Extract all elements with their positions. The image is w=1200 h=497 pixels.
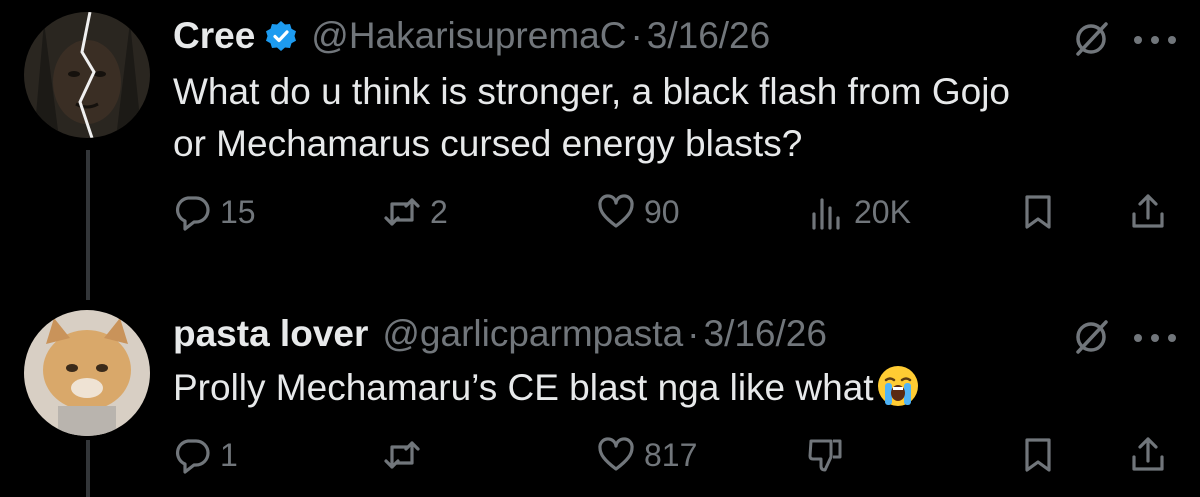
views-button[interactable]: 20K (806, 192, 911, 232)
share-icon (1132, 437, 1164, 471)
separator: · (687, 313, 700, 354)
share-button[interactable] (1128, 435, 1168, 475)
share-icon (1132, 194, 1164, 228)
views-icon (812, 198, 840, 230)
like-icon (598, 194, 634, 228)
repost-icon (384, 198, 420, 226)
grok-icon[interactable] (1072, 20, 1110, 58)
repost-button[interactable] (382, 435, 430, 475)
reply-icon (175, 439, 210, 474)
repost-icon (384, 441, 420, 469)
like-count: 90 (644, 193, 680, 230)
handle[interactable]: @garlicparmpasta (382, 312, 683, 356)
reply-icon (175, 196, 210, 231)
tweet-text: What do u think is stronger, a black fla… (173, 66, 1163, 170)
like-count: 817 (644, 436, 698, 473)
dislike-button[interactable] (806, 435, 846, 475)
tweet-header: pasta lover @garlicparmpasta · 3/16/26 (173, 312, 827, 356)
reply-count: 1 (220, 436, 238, 473)
like-button[interactable]: 90 (596, 192, 680, 232)
repost-button[interactable]: 2 (382, 192, 448, 232)
avatar-photo (24, 12, 150, 138)
timestamp[interactable]: 3/16/26 (704, 312, 827, 356)
avatar[interactable] (24, 310, 150, 436)
avatar-photo (24, 310, 150, 436)
action-bar: 1 817 (0, 435, 1200, 485)
loudly-crying-face-icon (877, 366, 918, 406)
timestamp[interactable]: 3/16/26 (647, 14, 770, 58)
tweet-text-line: What do u think is stronger, a black fla… (173, 71, 1010, 112)
like-button[interactable]: 817 (596, 435, 697, 475)
verified-badge-icon[interactable] (265, 20, 297, 52)
tweet-reply[interactable]: pasta lover @garlicparmpasta · 3/16/26 P… (0, 300, 1200, 497)
tweet-text: Prolly Mechamaru’s CE blast nga like wha… (173, 362, 1163, 414)
display-name[interactable]: pasta lover (173, 312, 368, 356)
handle[interactable]: @HakarisupremaC (311, 14, 626, 58)
avatar[interactable] (24, 12, 150, 138)
reply-button[interactable]: 1 (172, 435, 238, 475)
repost-count: 2 (430, 193, 448, 230)
tweet-header: Cree @HakarisupremaC · 3/16/26 (173, 14, 770, 58)
tweet-text-line: or Mechamarus cursed energy blasts? (173, 123, 803, 164)
like-icon (598, 437, 634, 471)
more-icon[interactable] (1132, 330, 1178, 346)
bookmark-icon (1025, 438, 1051, 472)
reply-button[interactable]: 15 (172, 192, 256, 232)
display-name[interactable]: Cree (173, 14, 255, 58)
tweet-text-line: Prolly Mechamaru’s CE blast nga like wha… (173, 367, 874, 408)
bookmark-button[interactable] (1018, 435, 1058, 475)
views-count: 20K (854, 193, 911, 230)
share-button[interactable] (1128, 192, 1168, 232)
bookmark-icon (1025, 195, 1051, 229)
action-bar: 15 2 90 20K (0, 192, 1200, 242)
dislike-icon (808, 439, 842, 472)
separator: · (630, 15, 643, 56)
more-icon[interactable] (1132, 32, 1178, 48)
grok-icon[interactable] (1072, 318, 1110, 356)
tweet-main[interactable]: Cree @HakarisupremaC · 3/16/26 What do u… (0, 0, 1200, 300)
reply-count: 15 (220, 193, 256, 230)
bookmark-button[interactable] (1018, 192, 1058, 232)
